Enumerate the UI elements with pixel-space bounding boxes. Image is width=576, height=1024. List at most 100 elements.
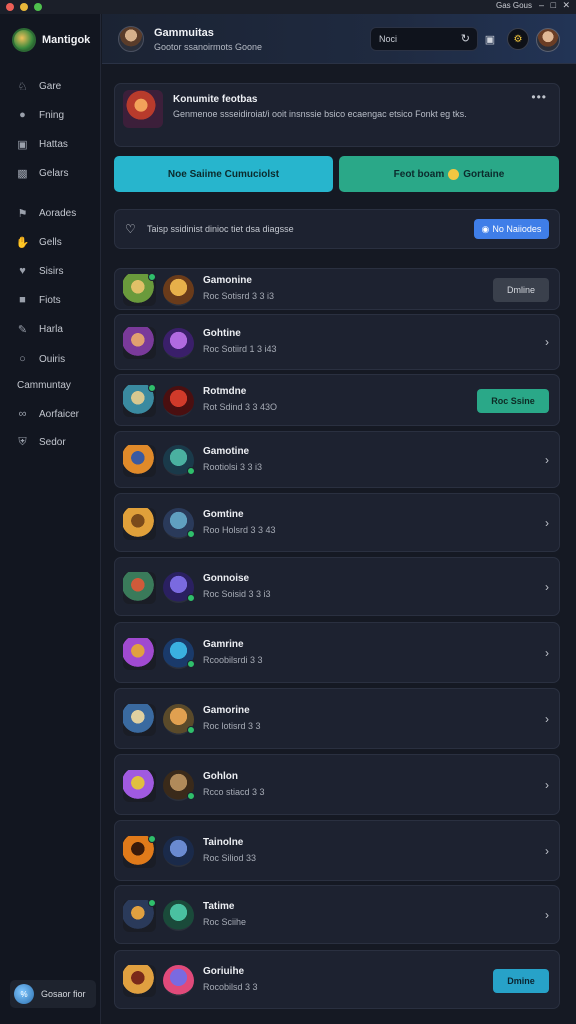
sidebar-item-label: Gare <box>39 80 62 92</box>
community-avatar[interactable] <box>118 26 144 52</box>
chevron-right-icon[interactable]: › <box>545 908 549 922</box>
member-avatar[interactable] <box>163 275 194 306</box>
game-thumbnail <box>123 770 156 802</box>
row-status: Rot Sdind 3 3 43O <box>203 402 278 412</box>
chevron-right-icon[interactable]: › <box>545 453 549 467</box>
sidebar-item-gelars[interactable]: ▩ Gelars <box>16 165 68 181</box>
notice-button[interactable]: ◉ No Naiiodes <box>474 219 549 239</box>
glasses-icon: ∞ <box>18 408 27 420</box>
sidebar-item-label: Ouiris <box>39 353 66 365</box>
maximize-window-button[interactable] <box>34 3 42 11</box>
game-thumbnail <box>123 445 156 477</box>
sidebar-item-label: Aorades <box>39 207 77 219</box>
sidebar-item-label: Gells <box>39 236 62 248</box>
row-action-button[interactable]: Roc Ssine <box>477 389 549 413</box>
chevron-right-icon[interactable]: › <box>545 580 549 594</box>
window-minimize-control[interactable]: – <box>539 0 544 10</box>
pin-icon: ● <box>19 109 26 121</box>
sidebar-item-label: Sedor <box>39 436 66 448</box>
sidebar-item-aorfaicer[interactable]: ∞ Aorfaicer <box>16 406 79 422</box>
table-row[interactable]: Gamotine Rootiolsi 3 3 i3 › <box>114 431 560 488</box>
minimize-window-button[interactable] <box>20 3 28 11</box>
primary-action-button[interactable]: Noe Saiime Cumuciolst <box>114 156 333 192</box>
profile-avatar[interactable] <box>536 28 560 52</box>
sidebar-item-label: Fiots <box>39 294 61 306</box>
sidebar-section-community: Cammuntay <box>17 380 71 391</box>
more-options-icon[interactable]: ••• <box>531 90 547 104</box>
table-row[interactable]: Gomtine Roo Holsrd 3 3 43 › <box>114 493 560 552</box>
table-row[interactable]: Rotmdne Rot Sdind 3 3 43O Roc Ssine <box>114 374 560 426</box>
folder-icon[interactable]: ▣ <box>479 28 501 50</box>
sidebar-item-ouiris[interactable]: ○ Ouiris <box>16 351 65 367</box>
chevron-right-icon[interactable]: › <box>545 844 549 858</box>
sidebar-item-harla[interactable]: ✎ Harla <box>16 321 63 337</box>
title-bar: Gas Gous – □ ✕ <box>0 0 576 14</box>
member-avatar[interactable] <box>163 965 194 996</box>
notice-text: Taisp ssidinist dinioc tiet dsa diagsse <box>147 224 294 234</box>
close-window-button[interactable] <box>6 3 14 11</box>
table-row[interactable]: Gamrine Rcoobilsrdi 3 3 › <box>114 622 560 683</box>
search-input[interactable] <box>379 34 449 44</box>
table-row[interactable]: Goriuihe Rocobilsd 3 3 Dmine <box>114 950 560 1009</box>
table-row[interactable]: Gohtine Roc Sotiird 1 3 i43 › <box>114 314 560 370</box>
table-row[interactable]: Gamonine Roc Sotisrd 3 3 i3 Dmline <box>114 268 560 310</box>
table-row[interactable]: Tainolne Roc Siliod 33 › <box>114 820 560 881</box>
chevron-right-icon[interactable]: › <box>545 335 549 349</box>
game-thumbnail <box>123 572 156 604</box>
sidebar-item-gare[interactable]: ♘ Gare <box>16 78 62 94</box>
sidebar-item-sisirs[interactable]: ♥ Sisirs <box>16 263 63 279</box>
row-status: Roc Sotisrd 3 3 i3 <box>203 291 275 301</box>
online-status-dot <box>148 384 156 392</box>
row-name: Gamotine <box>203 446 250 457</box>
online-status-dot <box>187 660 195 668</box>
brand[interactable]: Mantigok <box>12 28 90 52</box>
flag-icon: ⚑ <box>17 207 28 220</box>
chevron-right-icon[interactable]: › <box>545 516 549 530</box>
titlebar-status-text: Gas Gous <box>495 1 532 10</box>
table-row[interactable]: Gohlon Rcco stiacd 3 3 › <box>114 754 560 815</box>
member-avatar[interactable] <box>163 836 194 867</box>
chevron-right-icon[interactable]: › <box>545 712 549 726</box>
game-thumbnail <box>123 327 156 359</box>
table-row[interactable]: Gamorine Roc lotisrd 3 3 › <box>114 688 560 749</box>
row-name: Gohlon <box>203 771 238 782</box>
sidebar-item-label: Sisirs <box>39 265 64 277</box>
globe-icon: ◉ <box>481 223 490 234</box>
sidebar-item-gells[interactable]: ✋ Gells <box>16 234 62 250</box>
table-row[interactable]: Gonnoise Roc Soisid 3 3 i3 › <box>114 557 560 616</box>
row-action-button[interactable]: Dmine <box>493 969 549 993</box>
sidebar-item-aorades[interactable]: ⚑ Aorades <box>16 205 77 221</box>
row-status: Roo Holsrd 3 3 43 <box>203 525 276 535</box>
row-status: Roc Sotiird 1 3 i43 <box>203 344 277 354</box>
table-row[interactable]: Tatime Roc Sciihe › <box>114 885 560 944</box>
sidebar-item-label: Aorfaicer <box>39 408 80 420</box>
online-status-dot <box>187 726 195 734</box>
row-status: Roc Soisid 3 3 i3 <box>203 589 271 599</box>
game-thumbnail <box>123 965 156 997</box>
sidebar-item-sedor[interactable]: ⛨ Sedor <box>16 434 66 450</box>
coin-icon[interactable]: ⚙ <box>507 28 529 50</box>
user-chip[interactable]: % Gosaor fior <box>10 980 96 1008</box>
secondary-action-button[interactable]: Feot boam Gortaine <box>339 156 559 192</box>
card-icon: ▩ <box>17 167 28 180</box>
heart-icon: ♥ <box>19 265 26 277</box>
search-box[interactable]: ↻ <box>370 27 478 51</box>
refresh-icon[interactable]: ↻ <box>461 32 470 45</box>
member-avatar[interactable] <box>163 386 194 417</box>
chevron-right-icon[interactable]: › <box>545 646 549 660</box>
sidebar-item-fiots[interactable]: ■ Fiots <box>16 292 61 308</box>
window-close-control[interactable]: ✕ <box>562 0 570 11</box>
sidebar-item-hattas[interactable]: ▣ Hattas <box>16 136 68 152</box>
row-name: Gamonine <box>203 275 252 286</box>
row-action-button[interactable]: Dmline <box>493 278 549 302</box>
chevron-right-icon[interactable]: › <box>545 778 549 792</box>
featured-card[interactable]: Konumite feotbas Genmenoe ssseidiroiat/i… <box>114 83 560 147</box>
brand-logo-icon <box>12 28 36 52</box>
member-avatar[interactable] <box>163 328 194 359</box>
window-maximize-control[interactable]: □ <box>551 0 556 10</box>
online-status-dot <box>187 792 195 800</box>
online-status-dot <box>148 835 156 843</box>
sidebar-item-label: Hattas <box>39 138 68 150</box>
member-avatar[interactable] <box>163 900 194 931</box>
sidebar-item-fning[interactable]: ● Fning <box>16 107 64 123</box>
